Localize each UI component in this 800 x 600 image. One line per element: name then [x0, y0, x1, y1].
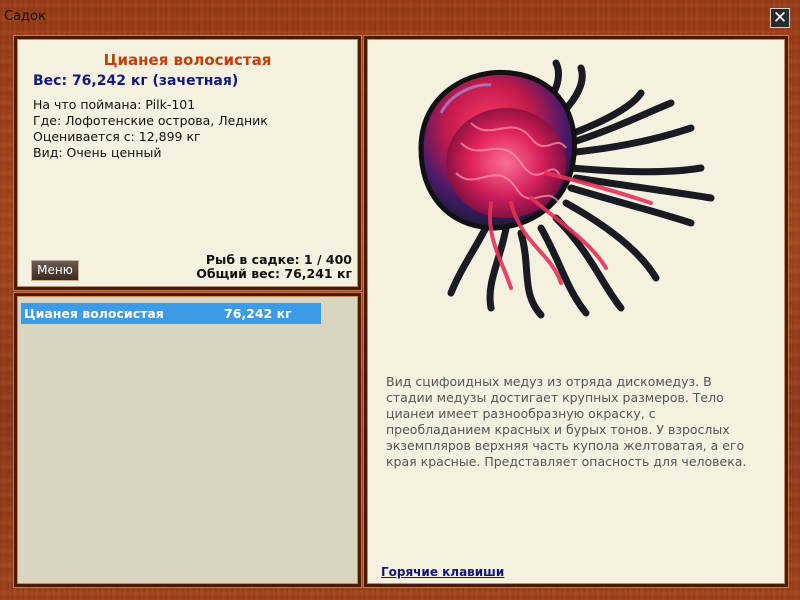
list-item-name: Цианея волосистая	[24, 306, 164, 321]
jellyfish-illustration	[418, 59, 715, 319]
fish-info-panel: Цианея волосистая Вес: 76,242 кг (зачетн…	[14, 36, 361, 290]
caught-on: На что поймана: Pilk-101	[33, 97, 196, 112]
list-item-weight: 76,242 кг	[224, 306, 292, 321]
fish-kind: Вид: Очень ценный	[33, 145, 162, 160]
title-bar: Садок ✕	[0, 0, 800, 34]
catch-location: Где: Лофотенские острова, Ледник	[33, 113, 268, 128]
window-title: Садок	[4, 9, 46, 24]
keepnet-list: Цианея волосистая 76,242 кг	[14, 293, 361, 587]
menu-button[interactable]: Меню	[31, 260, 79, 281]
close-button[interactable]: ✕	[770, 8, 790, 28]
fish-description: Вид сцифоидных медуз из отряда дискомеду…	[386, 374, 747, 469]
total-weight: Общий вес: 76,241 кг	[196, 266, 352, 281]
list-item[interactable]: Цианея волосистая 76,242 кг	[21, 303, 321, 324]
close-icon: ✕	[772, 8, 788, 28]
fish-detail-panel: Вид сцифоидных медуз из отряда дискомеду…	[364, 36, 788, 587]
fish-count: Рыб в садке: 1 / 400	[205, 252, 352, 267]
fish-weight: Вес: 76,242 кг (зачетная)	[33, 73, 239, 89]
hotkeys-link[interactable]: Горячие клавиши	[381, 565, 504, 579]
fish-name: Цианея волосистая	[103, 51, 272, 69]
valued-from: Оценивается с: 12,899 кг	[33, 129, 201, 144]
